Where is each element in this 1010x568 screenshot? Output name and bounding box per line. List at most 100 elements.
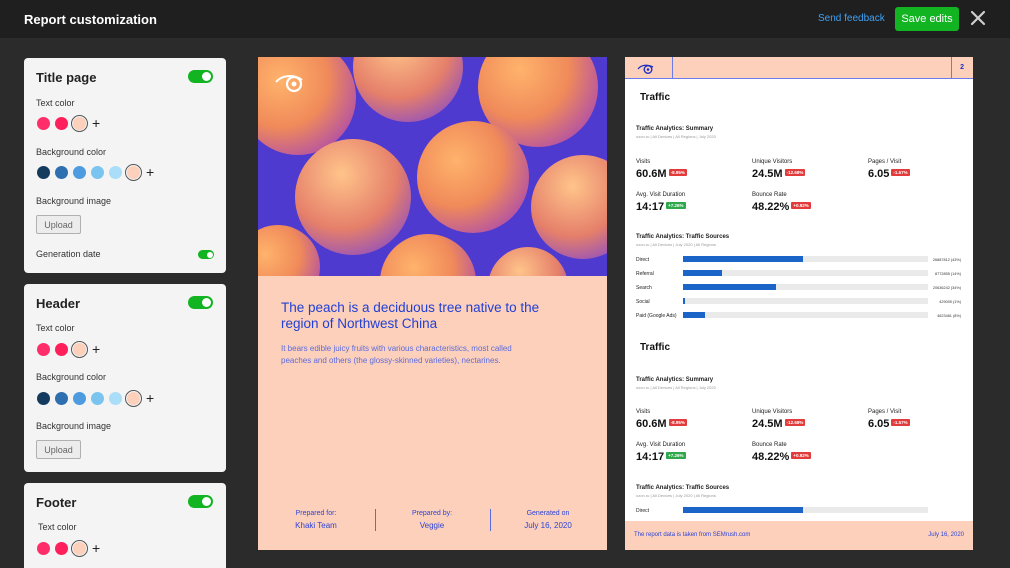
- top-bar: Report customization Send feedback Save …: [0, 0, 1010, 38]
- delta-badge: +7.26%: [666, 452, 686, 459]
- color-swatch[interactable]: [37, 542, 50, 555]
- color-swatch-selected[interactable]: [125, 164, 142, 181]
- footer-text-color-label: Text color: [38, 522, 77, 532]
- delta-badge: -12.68%: [784, 169, 806, 176]
- send-feedback-link[interactable]: Send feedback: [818, 13, 885, 24]
- header-upload-button[interactable]: Upload: [36, 440, 81, 459]
- metric-label: Avg. Visit Duration: [636, 192, 686, 198]
- color-swatch[interactable]: [55, 117, 68, 130]
- metric-label: Visits: [636, 159, 651, 165]
- add-color-icon[interactable]: +: [146, 165, 154, 179]
- metric-label: Pages / Visit: [868, 159, 902, 165]
- prepared-for-label: Prepared for:: [295, 510, 337, 517]
- color-swatch[interactable]: [55, 392, 68, 405]
- save-edits-button[interactable]: Save edits: [895, 7, 959, 31]
- footer-toggle[interactable]: [188, 495, 213, 508]
- color-swatch-selected[interactable]: [71, 540, 88, 557]
- source-bar: [683, 284, 777, 290]
- header-text-color-label: Text color: [36, 323, 75, 333]
- title-page-card: Title page Text color + Background color…: [24, 58, 226, 273]
- color-swatch[interactable]: [55, 166, 68, 179]
- summary-meta: ozon.ru | All Devices | All Regions | Ju…: [636, 134, 716, 139]
- delta-badge: -1.57%: [891, 169, 910, 176]
- source-bar-track: [683, 256, 928, 262]
- sources-meta: ozon.ru | All Devices | July 2020 | All …: [636, 242, 716, 247]
- title-page-text-color-label: Text color: [36, 98, 75, 108]
- add-color-icon[interactable]: +: [146, 391, 154, 405]
- source-bar: [683, 312, 706, 318]
- color-swatch[interactable]: [55, 542, 68, 555]
- generated-on-value: July 16, 2020: [524, 521, 572, 530]
- brand-logo-icon: [275, 75, 303, 93]
- summary-meta: ozon.ru | All Devices | All Regions | Ju…: [636, 385, 716, 390]
- color-swatch[interactable]: [37, 166, 50, 179]
- prepared-by-value: Veggie: [419, 521, 445, 530]
- metric-label: Avg. Visit Duration: [636, 442, 686, 448]
- brand-logo-icon: [637, 64, 654, 74]
- title-page-upload-button[interactable]: Upload: [36, 215, 81, 234]
- source-label: Social: [636, 299, 650, 305]
- report-header: 2: [625, 57, 973, 79]
- color-swatch[interactable]: [73, 392, 86, 405]
- delta-badge: -1.57%: [891, 419, 910, 426]
- color-swatch[interactable]: [37, 117, 50, 130]
- title-page-text-color-swatches: +: [37, 115, 100, 132]
- color-swatch-selected[interactable]: [125, 390, 142, 407]
- footer-divider: [490, 509, 491, 531]
- color-swatch-selected[interactable]: [71, 115, 88, 132]
- metric-label: Pages / Visit: [868, 409, 902, 415]
- color-swatch[interactable]: [55, 343, 68, 356]
- generation-date-toggle[interactable]: [198, 250, 214, 259]
- header-toggle[interactable]: [188, 296, 213, 309]
- source-label: Direct: [636, 508, 650, 514]
- title-page-toggle[interactable]: [188, 70, 213, 83]
- source-bar-track: [683, 298, 928, 304]
- add-color-icon[interactable]: +: [92, 541, 100, 555]
- metric-label: Bounce Rate: [752, 192, 787, 198]
- source-bar-track: [683, 270, 928, 276]
- section-title: Traffic: [640, 92, 671, 103]
- metric-value: 14:17 +7.26%: [636, 451, 686, 463]
- source-bar: [683, 298, 686, 304]
- header-divider: [951, 57, 952, 79]
- header-heading: Header: [36, 296, 81, 311]
- sources-title: Traffic Analytics: Traffic Sources: [636, 234, 730, 240]
- source-value: 26887812 (43%): [932, 258, 961, 262]
- color-swatch[interactable]: [73, 166, 86, 179]
- footer-date: July 16, 2020: [928, 532, 964, 538]
- metric-value: 14:17 +7.26%: [636, 201, 686, 213]
- metric-label: Bounce Rate: [752, 442, 787, 448]
- header-divider: [672, 57, 673, 79]
- delta-badge: +0.92%: [791, 452, 811, 459]
- title-page-preview: The peach is a deciduous tree native to …: [258, 57, 607, 550]
- peaches-image: [258, 57, 607, 276]
- footer-text-color-swatches: +: [37, 540, 100, 557]
- delta-badge: +0.92%: [791, 202, 811, 209]
- source-bar: [683, 270, 723, 276]
- add-color-icon[interactable]: +: [92, 116, 100, 130]
- delta-badge: -8.95%: [668, 169, 687, 176]
- prepared-by-label: Prepared by:: [411, 510, 453, 517]
- color-swatch[interactable]: [109, 392, 122, 405]
- color-swatch[interactable]: [109, 166, 122, 179]
- source-label: Search: [636, 285, 652, 291]
- hero-image: [258, 57, 607, 276]
- title-page-heading: Title page: [36, 70, 97, 85]
- source-value: 4623461 (8%): [937, 314, 961, 318]
- generation-date-label: Generation date: [36, 249, 101, 259]
- color-swatch[interactable]: [37, 392, 50, 405]
- footer-source-text: The report data is taken from SEMrush.co…: [634, 532, 751, 538]
- summary-title: Traffic Analytics: Summary: [636, 126, 714, 132]
- source-bar-track: [683, 284, 928, 290]
- metric-label: Visits: [636, 409, 651, 415]
- color-swatch[interactable]: [91, 166, 104, 179]
- color-swatch[interactable]: [37, 343, 50, 356]
- close-icon[interactable]: [969, 9, 987, 27]
- section-title: Traffic: [640, 342, 671, 353]
- color-swatch[interactable]: [91, 392, 104, 405]
- add-color-icon[interactable]: +: [92, 342, 100, 356]
- delta-badge: +7.26%: [666, 202, 686, 209]
- summary-title: Traffic Analytics: Summary: [636, 377, 714, 383]
- header-card: Header Text color + Background color + B…: [24, 284, 226, 472]
- color-swatch-selected[interactable]: [71, 341, 88, 358]
